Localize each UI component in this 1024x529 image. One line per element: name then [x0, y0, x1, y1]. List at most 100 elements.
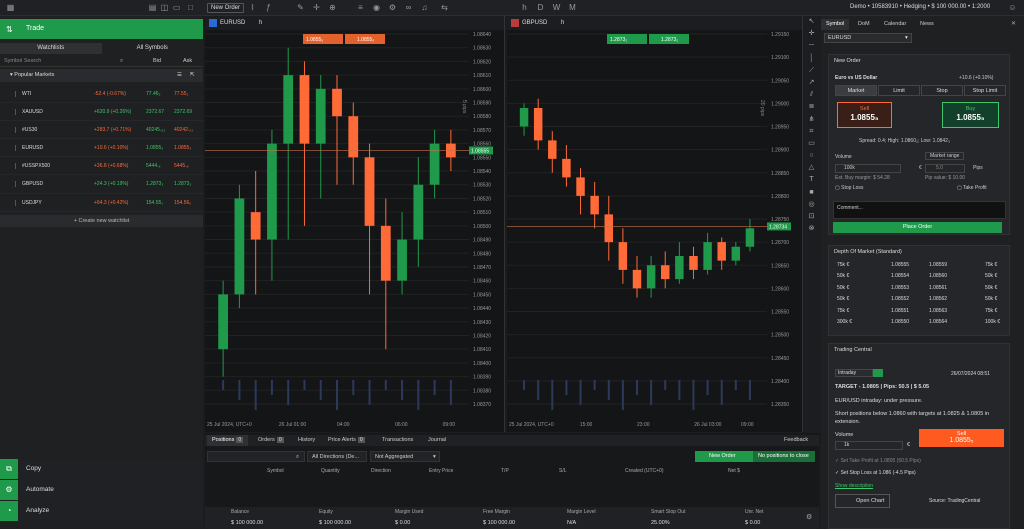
analyze-nav[interactable]: ◔ Analyze	[0, 501, 203, 521]
zoom-icon[interactable]: ⊕	[328, 3, 337, 12]
layout-icon[interactable]: ▦	[6, 3, 15, 12]
gann-icon[interactable]: ⌗	[804, 126, 819, 138]
tab-symbol[interactable]: Symbol	[821, 19, 850, 30]
window-icon[interactable]: ▭	[172, 3, 181, 12]
tab-history[interactable]: History	[293, 435, 320, 446]
dom-row[interactable]: 300k € 1.08550 1.08564 100k €	[831, 317, 1011, 328]
trade-tab[interactable]: ⇅ Trade	[0, 19, 203, 39]
open-chart-button[interactable]: Open Chart	[835, 494, 890, 508]
settings-icon[interactable]: ⚙	[388, 3, 397, 12]
ray-icon[interactable]: ↗	[804, 77, 819, 89]
star-icon[interactable]	[15, 91, 19, 97]
sell-button[interactable]: Sell 1.0855₅	[837, 102, 892, 128]
ellipse-icon[interactable]: ○	[804, 150, 819, 162]
channel-icon[interactable]: ⫽	[804, 89, 819, 101]
tab-dom[interactable]: DoM	[853, 19, 875, 30]
tile-icon[interactable]: ◫	[160, 3, 169, 12]
column-header[interactable]: Net $	[728, 468, 740, 474]
star-icon[interactable]	[15, 181, 19, 188]
chart-canvas[interactable]: 1.29150 1.29100 1.29050 1.29000 1.28950 1.289…	[507, 30, 803, 432]
close-positions-button[interactable]: No positions to close	[753, 451, 815, 462]
watchlist-row[interactable]: XAUUSD +620.9 (+0.26%) 2372.67 2372.69	[0, 103, 203, 122]
grid-icon[interactable]: ▤	[148, 3, 157, 12]
crosshair-icon[interactable]: ✛	[804, 28, 819, 40]
tc-sell-button[interactable]: Sell 1.0855₅	[919, 429, 1004, 447]
direction-filter[interactable]: All Directions (De...	[307, 451, 367, 462]
close-icon[interactable]: ✕	[1011, 20, 1016, 27]
star-icon[interactable]	[15, 127, 19, 134]
dom-row[interactable]: 75k € 1.08551 1.08563 75k €	[831, 306, 1011, 317]
market-range-input[interactable]: 5.0	[925, 164, 965, 173]
dom-row[interactable]: 50k € 1.08554 1.08560 50k €	[831, 271, 1011, 282]
cursor-icon[interactable]: ↖	[804, 16, 819, 28]
m1-icon[interactable]: h	[520, 3, 529, 12]
tab-positions[interactable]: Positions 0	[207, 435, 249, 446]
column-header[interactable]: Direction	[371, 468, 391, 474]
watchlist-row[interactable]: EURUSD +10.6 (+0.10%) 1.0855₃ 1.0855₃	[0, 139, 203, 158]
period-select[interactable]: Intraday	[835, 369, 873, 377]
pitchfork-icon[interactable]: ⋔	[804, 114, 819, 126]
chart-timeframe[interactable]: h	[259, 20, 262, 26]
type-stop[interactable]: Stop	[921, 85, 963, 96]
camera-icon[interactable]: ◉	[372, 3, 381, 12]
tc-volume-input[interactable]: 1k	[835, 441, 903, 450]
dom-row[interactable]: 50k € 1.08552 1.08562 50k €	[831, 294, 1011, 305]
column-header[interactable]: Quantity	[321, 468, 340, 474]
tab-calendar[interactable]: Calendar	[879, 19, 911, 30]
bell-icon[interactable]: ♫	[420, 3, 429, 12]
watchlist-row[interactable]: #USSPX500 +36.8 (+0.68%) 5444.₉ 5445.₈	[0, 157, 203, 176]
show-description-link[interactable]: Show description	[835, 483, 873, 489]
shape-icon[interactable]: ■	[804, 187, 819, 199]
watchlist-row[interactable]: USDJPY +64.3 (+0.42%) 154.55₁ 154.56₀	[0, 194, 203, 212]
place-order-button[interactable]: Place Order	[833, 222, 1002, 233]
eye-icon[interactable]: ◎	[804, 199, 819, 211]
column-header[interactable]: Entry Price	[429, 468, 453, 474]
chart-type-icon[interactable]: ⌇	[248, 3, 257, 12]
type-market[interactable]: Market	[835, 85, 877, 96]
hline-icon[interactable]: ─	[804, 40, 819, 52]
timeframe-icon[interactable]: ⇆	[440, 3, 449, 12]
new-order-button[interactable]: New Order	[207, 3, 245, 13]
star-icon[interactable]	[15, 109, 19, 116]
new-order-button-bottom[interactable]: New Order	[695, 451, 753, 462]
star-icon[interactable]	[15, 145, 19, 152]
account-info[interactable]: Demo • 10583910 • Hedging • $ 100 000.00…	[850, 4, 990, 10]
dom-row[interactable]: 50k € 1.08553 1.08561 50k €	[831, 283, 1011, 294]
column-header[interactable]: S/L	[559, 468, 567, 474]
vline-icon[interactable]: │	[804, 53, 819, 65]
crosshair-icon[interactable]: ✛	[312, 3, 321, 12]
indicator-icon[interactable]: ƒ	[264, 3, 273, 12]
search-icon[interactable]: ⌕	[120, 56, 123, 67]
chart-timeframe[interactable]: h	[561, 20, 564, 26]
market-range-toggle[interactable]: Market range	[925, 152, 965, 160]
menu-icon[interactable]: ☰	[177, 69, 182, 82]
automate-nav[interactable]: ⚙ Automate	[0, 480, 203, 500]
watchlist-row[interactable]: GBPUSD +24.3 (+0.19%) 1.2873₃ 1.2873₃	[0, 175, 203, 194]
fibonacci-icon[interactable]: ≣	[804, 101, 819, 113]
tab-watchlists[interactable]: Watchlists	[0, 43, 102, 54]
template-icon[interactable]: ≡	[356, 3, 365, 12]
tab-transactions[interactable]: Transactions	[377, 435, 418, 446]
stop-loss-checkbox[interactable]: ▢ Stop Loss	[835, 185, 863, 191]
positions-search[interactable]: ⌕	[207, 451, 305, 462]
text-icon[interactable]: T	[804, 174, 819, 186]
comment-input[interactable]: Comment...	[833, 201, 1006, 219]
settings-icon[interactable]: ⚙	[806, 513, 812, 521]
star-icon[interactable]	[15, 163, 19, 170]
create-watchlist-button[interactable]: + Create new watchlist	[0, 215, 203, 227]
chart-canvas[interactable]: 1.08640 1.08630 1.08620 1.08610 1.08600 1.085…	[205, 30, 505, 432]
chart-symbol[interactable]: GBPUSD	[522, 20, 547, 26]
column-header[interactable]: Symbol	[267, 468, 284, 474]
tab-price-alerts[interactable]: Price Alerts 0	[323, 435, 370, 446]
column-header[interactable]: Created (UTC+0)	[625, 468, 663, 474]
aggregate-filter[interactable]: Not Aggregated ▾	[370, 451, 440, 462]
volume-input[interactable]: 100k	[835, 164, 901, 173]
chart-symbol[interactable]: EURUSD	[220, 20, 245, 26]
symbol-search[interactable]: Symbol Search ⌕ Bid Ask	[0, 56, 203, 67]
dom-row[interactable]: 75k € 1.08555 1.08559 75k €	[831, 260, 1011, 271]
user-icon[interactable]: ☺	[1008, 3, 1017, 12]
copy-nav[interactable]: ⧉ Copy	[0, 459, 203, 479]
tab-orders[interactable]: Orders 0	[253, 435, 289, 446]
chart-eurusd[interactable]: EURUSD h 1.08640 1.08630 1.08620 1.08610 1.0…	[205, 16, 505, 432]
popular-markets-header[interactable]: ▾ Popular Markets ☰ ⇱	[0, 69, 203, 82]
